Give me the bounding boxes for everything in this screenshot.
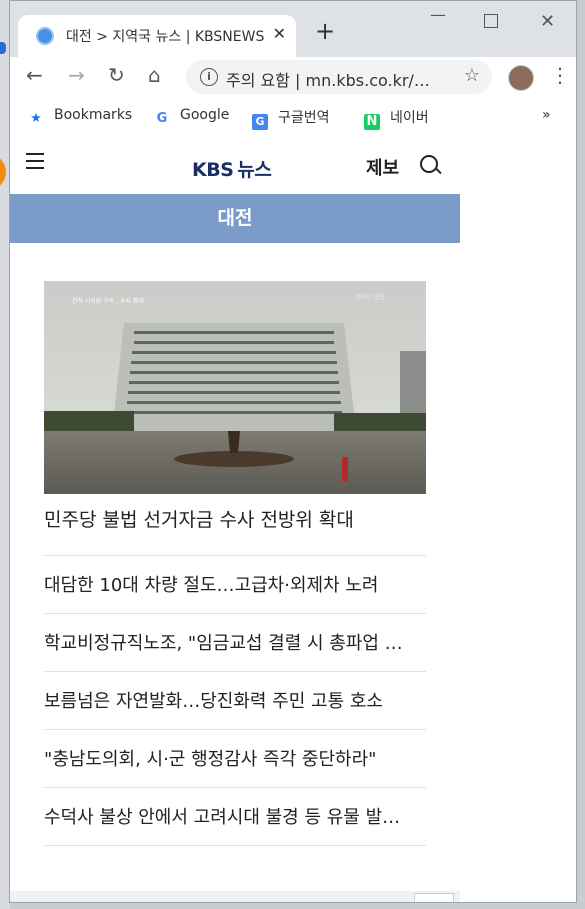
title-bar: 대전 > 지역국 뉴스 | KBSNEWS ✕ + — ✕	[10, 1, 576, 57]
page-viewport: KBS 뉴스 제보 대전 전직 시의원 구속…수사 확대 KBS 대전 민주당 …	[10, 139, 576, 902]
google-icon: G	[156, 111, 168, 126]
region-title: 대전	[10, 194, 460, 243]
hero-photo-government-building: 전직 시의원 구속…수사 확대 KBS 대전	[44, 281, 426, 494]
hero-image[interactable]: 전직 시의원 구속…수사 확대 KBS 대전	[44, 281, 426, 494]
search-icon[interactable]	[420, 155, 438, 173]
back-arrow-icon[interactable]: ←	[26, 63, 43, 87]
desktop-icon	[0, 42, 6, 54]
star-icon: ★	[30, 111, 42, 126]
url-text[interactable]: 주의 요함 | mn.kbs.co.kr/…	[226, 67, 466, 91]
browser-tab[interactable]: 대전 > 지역국 뉴스 | KBSNEWS ✕	[18, 15, 296, 57]
bookmark-naver[interactable]: N 네이버	[364, 107, 429, 130]
minimize-button[interactable]: —	[430, 5, 446, 24]
home-icon[interactable]: ⌂	[148, 63, 161, 87]
kbs-mobile-page: KBS 뉴스 제보 대전 전직 시의원 구속…수사 확대 KBS 대전 민주당 …	[10, 139, 460, 902]
forward-arrow-icon[interactable]: →	[68, 63, 85, 87]
translate-icon: G	[252, 114, 268, 130]
list-divider	[44, 845, 426, 846]
empty-space	[460, 139, 576, 902]
browser-toolbar: ← → ↻ ⌂ i 주의 요함 | mn.kbs.co.kr/… ☆ ⋮	[10, 57, 576, 97]
bookmarks-bar: ★ Bookmarks G Google G 구글번역 N 네이버 »	[10, 97, 576, 140]
site-header: KBS 뉴스 제보	[10, 139, 460, 193]
kbs-logo[interactable]: KBS 뉴스	[192, 155, 272, 182]
bookmark-star-icon[interactable]: ☆	[464, 65, 480, 86]
maximize-button[interactable]	[484, 14, 498, 28]
hero-headline[interactable]: 민주당 불법 선거자금 수사 전방위 확대	[44, 505, 426, 532]
kbs-favicon-icon	[36, 27, 54, 45]
bookmark-translate[interactable]: G 구글번역	[252, 107, 330, 130]
hero-watermark: KBS 대전	[356, 292, 385, 301]
tab-close-icon[interactable]: ✕	[273, 24, 286, 43]
new-tab-button[interactable]: +	[315, 19, 335, 43]
list-item[interactable]: 대담한 10대 차량 절도…고급차·외제차 노려	[44, 555, 426, 614]
browser-window: 대전 > 지역국 뉴스 | KBSNEWS ✕ + — ✕ ← → ↻ ⌂ i …	[9, 0, 577, 903]
list-item[interactable]: 수덕사 불상 안에서 고려시대 불경 등 유물 발…	[44, 787, 426, 846]
reload-icon[interactable]: ↻	[108, 63, 125, 87]
bookmark-google[interactable]: G Google	[154, 107, 230, 127]
info-icon[interactable]: i	[200, 68, 218, 86]
profile-avatar[interactable]	[508, 65, 534, 91]
horizontal-scrollbar[interactable]	[10, 891, 460, 902]
report-link[interactable]: 제보	[366, 154, 399, 180]
close-window-button[interactable]: ✕	[540, 11, 555, 32]
naver-icon: N	[364, 114, 380, 130]
scroll-button[interactable]	[414, 893, 454, 902]
bookmarks-overflow-button[interactable]: »	[542, 107, 551, 123]
tab-title: 대전 > 지역국 뉴스 | KBSNEWS	[66, 29, 265, 45]
bookmark-bookmarks[interactable]: ★ Bookmarks	[28, 107, 132, 127]
hero-overlay-text: 전직 시의원 구속…수사 확대	[72, 297, 144, 305]
list-item[interactable]: 보름넘은 자연발화…당진화력 주민 고통 호소	[44, 671, 426, 730]
list-item[interactable]: "충남도의회, 시·군 행정감사 즉각 중단하라"	[44, 729, 426, 788]
more-menu-icon[interactable]: ⋮	[550, 63, 570, 87]
hamburger-menu-icon[interactable]	[26, 153, 44, 169]
list-item[interactable]: 학교비정규직노조, "임금교섭 결렬 시 총파업 …	[44, 613, 426, 672]
address-bar[interactable]: i 주의 요함 | mn.kbs.co.kr/… ☆	[186, 60, 492, 94]
